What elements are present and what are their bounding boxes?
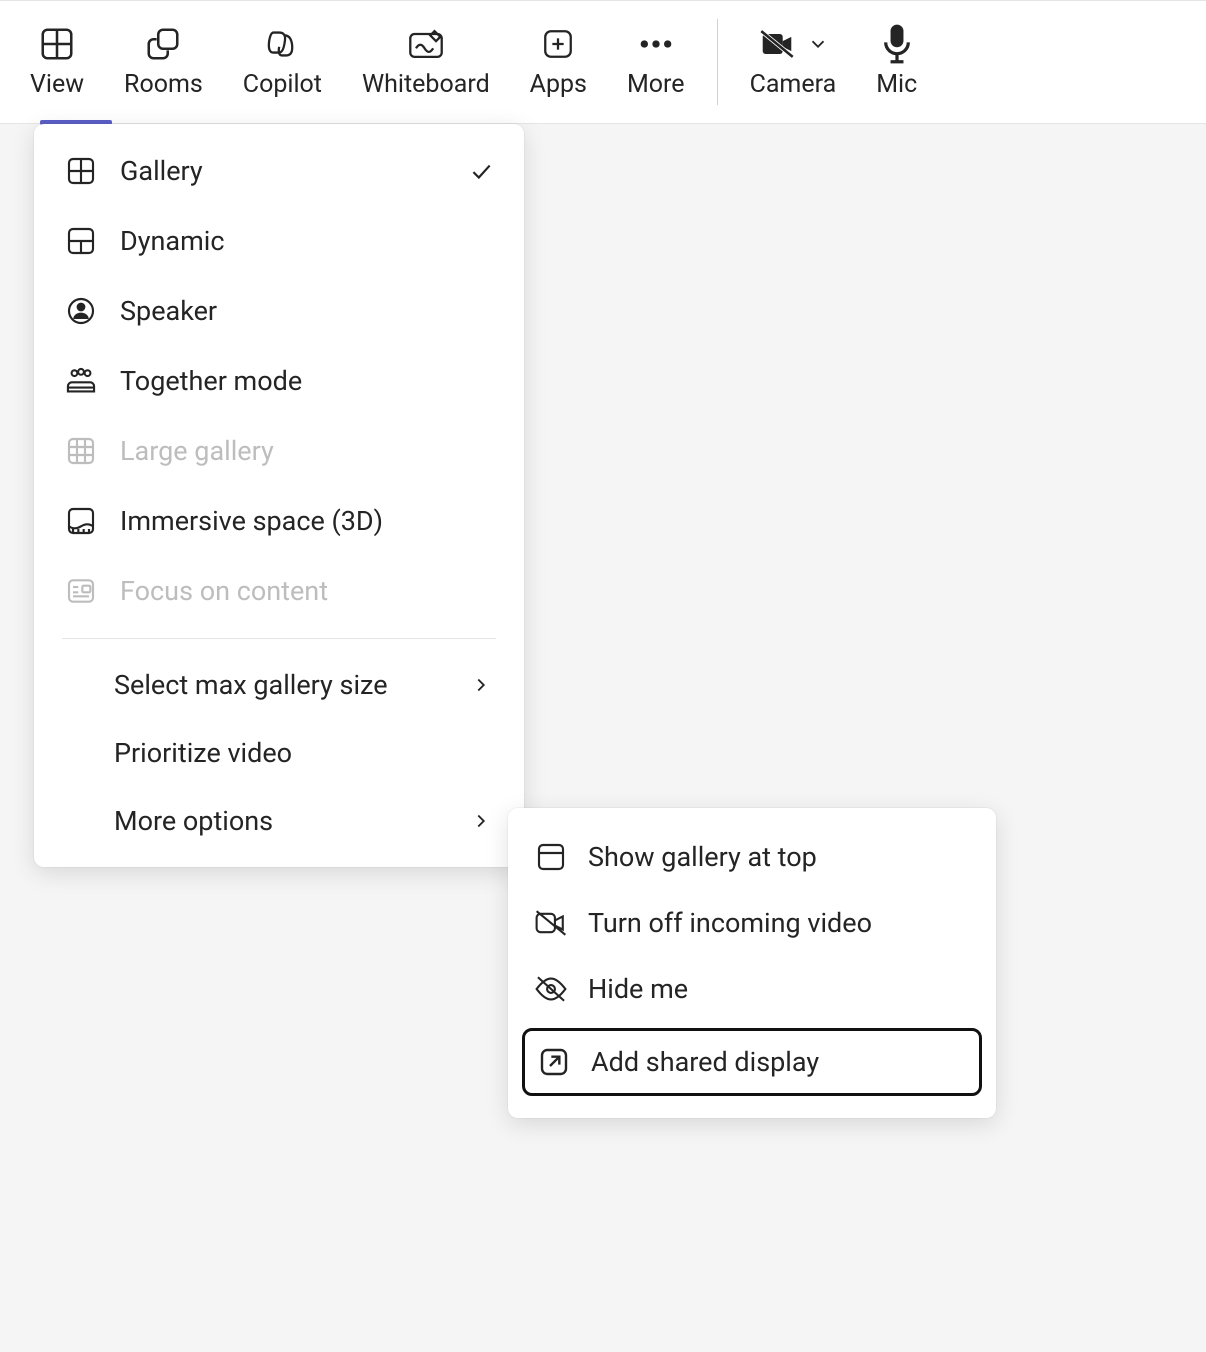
menu-separator — [62, 638, 496, 639]
copilot-label: Copilot — [243, 72, 322, 97]
apps-label: Apps — [530, 72, 587, 97]
copilot-button[interactable]: Copilot — [223, 1, 342, 123]
speaker-person-icon — [64, 294, 98, 328]
gallery-top-icon — [534, 840, 568, 874]
submenu-item-hide-me[interactable]: Hide me — [508, 956, 996, 1022]
menu-label: More options — [114, 805, 468, 837]
focus-content-icon — [64, 574, 98, 608]
dynamic-icon — [64, 224, 98, 258]
menu-label: Select max gallery size — [114, 669, 468, 701]
menu-label: Prioritize video — [114, 737, 494, 769]
menu-label: Dynamic — [120, 225, 494, 257]
menu-label: Gallery — [120, 155, 446, 187]
submenu-item-add-shared-display[interactable]: Add shared display — [522, 1028, 982, 1096]
chevron-down-icon[interactable] — [807, 33, 829, 55]
rooms-icon — [143, 24, 183, 64]
eye-off-icon — [534, 972, 568, 1006]
menu-label: Show gallery at top — [588, 841, 970, 873]
grid-icon — [37, 24, 77, 64]
microphone-icon — [877, 24, 917, 64]
whiteboard-icon — [406, 24, 446, 64]
camera-off-icon — [757, 24, 797, 64]
chevron-right-icon — [468, 672, 494, 698]
camera-label: Camera — [750, 72, 837, 97]
menu-item-more-options[interactable]: More options — [34, 787, 524, 855]
menu-label: Add shared display — [591, 1046, 967, 1078]
video-off-icon — [534, 906, 568, 940]
check-icon — [468, 158, 494, 184]
meeting-toolbar: View Rooms Copilot Whiteboard — [0, 0, 1206, 124]
menu-item-gallery[interactable]: Gallery — [34, 136, 524, 206]
apps-plus-icon — [538, 24, 578, 64]
camera-button[interactable]: Camera — [730, 1, 857, 123]
large-gallery-icon — [64, 434, 98, 468]
menu-item-large-gallery: Large gallery — [34, 416, 524, 486]
menu-label: Focus on content — [120, 575, 494, 607]
mic-button[interactable]: Mic — [856, 1, 937, 123]
more-options-submenu: Show gallery at top Turn off incoming vi… — [508, 808, 996, 1118]
menu-label: Large gallery — [120, 435, 494, 467]
menu-label: Immersive space (3D) — [120, 505, 494, 537]
menu-label: Together mode — [120, 365, 494, 397]
whiteboard-button[interactable]: Whiteboard — [342, 1, 510, 123]
menu-item-dynamic[interactable]: Dynamic — [34, 206, 524, 276]
apps-button[interactable]: Apps — [510, 1, 607, 123]
menu-label: Speaker — [120, 295, 494, 327]
copilot-icon — [262, 24, 302, 64]
more-label: More — [627, 72, 685, 97]
more-horizontal-icon — [636, 24, 676, 64]
mic-label: Mic — [876, 72, 917, 97]
menu-item-immersive-space[interactable]: Immersive space (3D) — [34, 486, 524, 556]
rooms-button[interactable]: Rooms — [104, 1, 223, 123]
menu-item-prioritize-video[interactable]: Prioritize video — [34, 719, 524, 787]
menu-item-focus-on-content: Focus on content — [34, 556, 524, 626]
toolbar-divider — [717, 19, 718, 105]
view-label: View — [30, 72, 84, 97]
menu-item-select-max-gallery-size[interactable]: Select max gallery size — [34, 651, 524, 719]
together-mode-icon — [64, 364, 98, 398]
submenu-item-turn-off-incoming-video[interactable]: Turn off incoming video — [508, 890, 996, 956]
whiteboard-label: Whiteboard — [362, 72, 490, 97]
menu-label: Hide me — [588, 973, 970, 1005]
rooms-label: Rooms — [124, 72, 203, 97]
chevron-right-icon — [468, 808, 494, 834]
immersive-space-icon — [64, 504, 98, 538]
view-button[interactable]: View — [10, 1, 104, 123]
menu-item-together-mode[interactable]: Together mode — [34, 346, 524, 416]
menu-label: Turn off incoming video — [588, 907, 970, 939]
submenu-item-show-gallery-at-top[interactable]: Show gallery at top — [508, 824, 996, 890]
menu-item-speaker[interactable]: Speaker — [34, 276, 524, 346]
more-button[interactable]: More — [607, 1, 705, 123]
gallery-icon — [64, 154, 98, 188]
popout-icon — [537, 1045, 571, 1079]
view-dropdown-menu: Gallery Dynamic Speaker Together mode — [34, 124, 524, 867]
